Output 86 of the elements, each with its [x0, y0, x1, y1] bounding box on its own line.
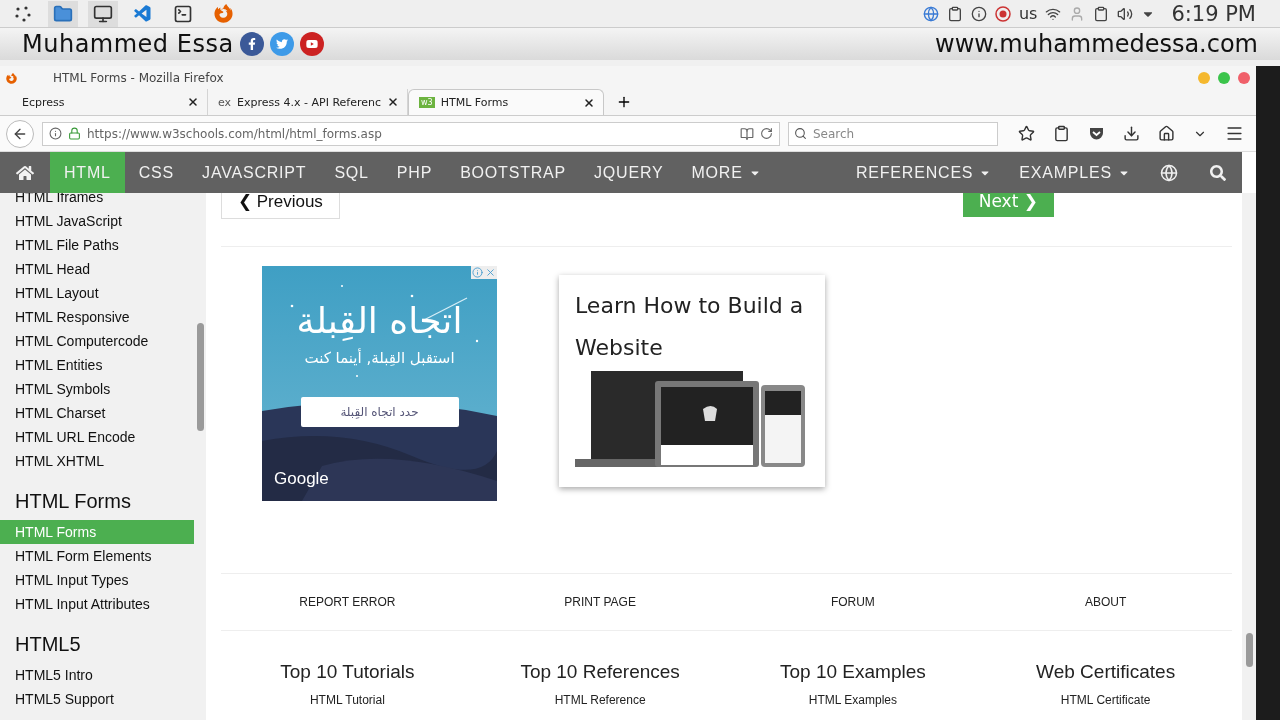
info-icon[interactable] [970, 5, 987, 22]
twitter-icon[interactable] [269, 32, 294, 56]
info-icon[interactable] [49, 127, 62, 140]
website-address: www.muhammedessa.com [935, 30, 1258, 58]
promo-title: Learn How to Build a Website [575, 292, 805, 362]
url-text: https://www.w3schools.com/html/html_forms.asp [87, 126, 383, 141]
sidebar-link[interactable]: HTML Charset [0, 401, 194, 425]
ad-brand: Google [274, 469, 329, 489]
browser-tab[interactable]: Ecpress [12, 89, 208, 115]
scrollbar-thumb[interactable] [1245, 633, 1253, 667]
nav-link[interactable]: PHP [382, 152, 447, 193]
youtube-icon[interactable] [299, 32, 324, 56]
footer-link[interactable]: HTML Reference [554, 693, 646, 707]
sidebar-link[interactable]: HTML URL Encode [0, 425, 194, 449]
reader-icon[interactable] [740, 126, 754, 141]
window-title: HTML Forms - Mozilla Firefox [53, 71, 224, 85]
sidebar-link[interactable]: HTML Input Types [0, 568, 194, 592]
search-field[interactable]: Search [788, 121, 998, 146]
footer-link[interactable]: HTML Certificate [1060, 693, 1151, 707]
facebook-icon[interactable] [239, 32, 264, 56]
sidebar-heading: HTML Forms [15, 490, 132, 513]
sidebar-link[interactable]: HTML5 Support [0, 687, 194, 711]
nav-link[interactable]: EXAMPLES [1005, 152, 1144, 193]
author-name: Muhammed Essa [22, 30, 234, 58]
sidebar-link[interactable]: HTML Layout [0, 281, 194, 305]
nav-link[interactable]: CSS [124, 152, 189, 193]
folder-icon[interactable] [48, 0, 78, 27]
bookmark-icon[interactable] [1018, 125, 1035, 142]
column-heading: Top 10 Tutorials [280, 661, 415, 683]
sidebar-link[interactable]: HTML Responsive [0, 305, 194, 329]
sidebar-link[interactable]: HTML Head [0, 257, 194, 281]
clock: 6:19 PM [1171, 1, 1256, 26]
nav-link[interactable]: BOOTSTRAP [446, 152, 580, 193]
sidebar-link[interactable]: HTML XHTML [0, 449, 194, 473]
footer-link[interactable]: PRINT PAGE [564, 595, 636, 609]
reload-icon[interactable] [760, 127, 773, 140]
footer-link[interactable]: REPORT ERROR [299, 595, 396, 609]
scrollbar-thumb[interactable] [196, 323, 204, 431]
volume-icon[interactable] [1117, 5, 1134, 22]
sidebar-link[interactable]: HTML Form Elements [0, 544, 194, 568]
w3-favicon: w3 [419, 97, 435, 108]
address-bar[interactable]: https://www.w3schools.com/html/html_forms.asp [42, 121, 780, 146]
column-heading: Web Certificates [1036, 661, 1176, 683]
close-tab-icon[interactable] [387, 96, 400, 108]
home-icon[interactable] [1158, 125, 1175, 142]
browser-tab[interactable]: w3 HTML Forms [408, 89, 605, 115]
browser-icon [6, 72, 17, 84]
nav-link[interactable]: JQUERY [580, 152, 678, 193]
previous-button[interactable]: ❮ Previous [221, 193, 340, 219]
ad-tagline: استقبل القِبلة, أينما كنت [304, 349, 455, 367]
pocket-icon[interactable] [1088, 125, 1105, 142]
record-icon[interactable] [994, 5, 1011, 22]
sidebar-link[interactable]: HTML JavaScript [0, 209, 194, 233]
nav-link[interactable]: SQL [320, 152, 383, 193]
keyboard-layout[interactable]: us [1018, 4, 1038, 23]
download-icon[interactable] [1123, 125, 1140, 142]
menu-icon[interactable] [1225, 124, 1244, 143]
footer-link[interactable]: HTML Examples [808, 693, 897, 707]
close-tab-icon[interactable] [583, 96, 596, 109]
ad-headline: اتجاه القِبلة [296, 300, 463, 341]
column-heading: Top 10 References [520, 661, 680, 683]
sidebar-link[interactable]: HTML Entities [0, 353, 194, 377]
nav-link[interactable]: JAVASCRIPT [188, 152, 321, 193]
promo-card[interactable]: Learn How to Build a Website [559, 275, 825, 487]
footer-link[interactable]: HTML Tutorial [309, 693, 385, 707]
sidebar-heading: HTML5 [15, 633, 82, 656]
sidebar-link[interactable]: HTML Symbols [0, 377, 194, 401]
monitor-icon[interactable] [88, 0, 118, 27]
notes-icon[interactable] [1093, 5, 1110, 22]
column-heading: Top 10 Examples [780, 661, 926, 683]
nav-link[interactable]: MORE [677, 152, 775, 193]
footer-link[interactable]: FORUM [830, 595, 875, 609]
express-favicon: ex [218, 95, 232, 109]
sidebar-link[interactable]: HTML Computercode [0, 329, 194, 353]
clipboard-icon[interactable] [946, 5, 963, 22]
search-icon [794, 126, 807, 140]
clipboard-icon[interactable] [1053, 125, 1070, 142]
sidebar-link[interactable]: HTML File Paths [0, 233, 194, 257]
nav-link[interactable]: REFERENCES [841, 152, 1006, 193]
ad-button[interactable]: حدد اتجاه القِبلة [300, 397, 459, 427]
sidebar-link[interactable]: HTML Input Attributes [0, 592, 194, 616]
close-tab-icon[interactable] [187, 96, 199, 108]
back-button[interactable] [6, 119, 34, 148]
footer-link[interactable]: ABOUT [1084, 595, 1127, 609]
sidebar-link[interactable]: HTML5 Intro [0, 663, 194, 687]
close-button[interactable] [1238, 72, 1250, 84]
